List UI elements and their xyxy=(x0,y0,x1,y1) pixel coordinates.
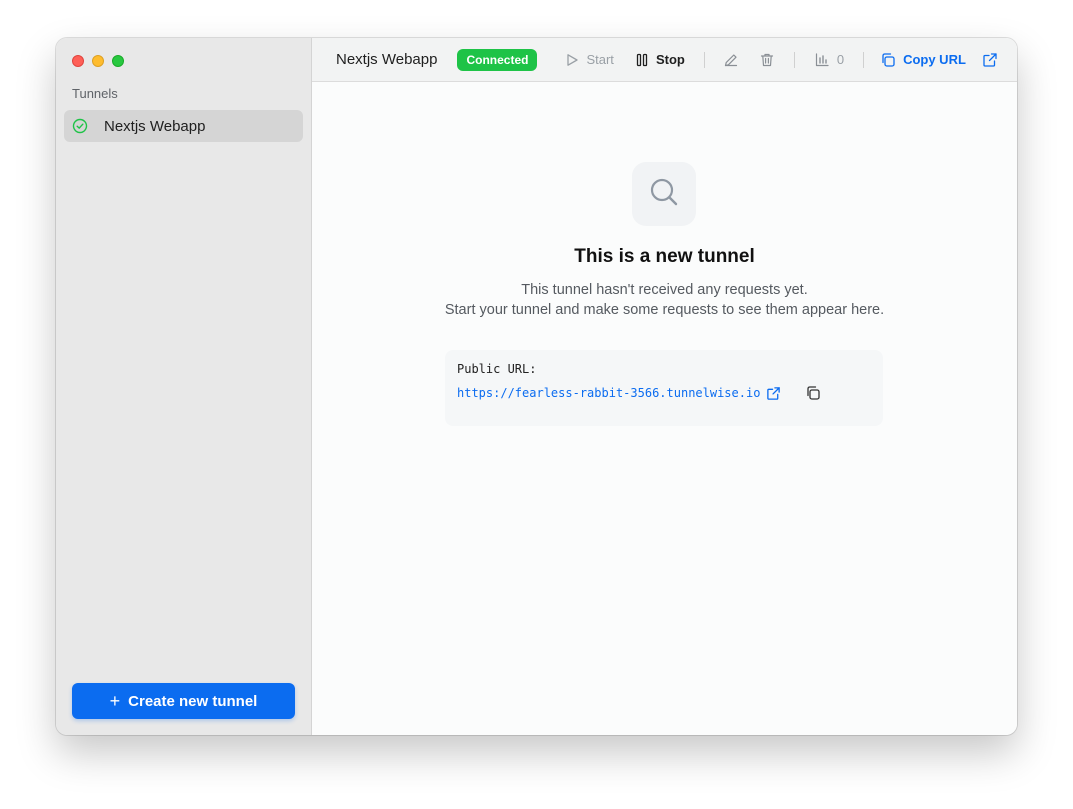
window-controls xyxy=(72,55,124,67)
sidebar-heading: Tunnels xyxy=(72,86,118,101)
copy-icon xyxy=(880,52,896,68)
requests-count-button[interactable]: 0 xyxy=(814,52,844,68)
search-icon xyxy=(649,177,679,212)
toolbar-divider xyxy=(793,51,795,68)
tunnel-title: Nextjs Webapp xyxy=(336,51,438,68)
sidebar-item-nextjs-webapp[interactable]: Nextjs Webapp xyxy=(64,110,303,142)
delete-button[interactable] xyxy=(759,52,775,68)
copy-url-icon[interactable] xyxy=(805,385,821,401)
app-window: Tunnels Nextjs Webapp + Create new tunne… xyxy=(56,38,1017,735)
empty-state-title: This is a new tunnel xyxy=(574,246,755,267)
sidebar-item-label: Nextjs Webapp xyxy=(104,117,206,135)
requests-count: 0 xyxy=(836,52,845,67)
toolbar: Nextjs Webapp Connected Start Stop 0 Cop… xyxy=(312,38,1017,82)
open-url-button[interactable] xyxy=(982,52,998,68)
copy-url-button[interactable]: Copy URL xyxy=(880,52,966,68)
copy-url-label: Copy URL xyxy=(903,52,966,67)
zoom-window-button[interactable] xyxy=(112,55,124,67)
toolbar-divider xyxy=(863,51,865,68)
trash-icon xyxy=(759,52,775,68)
play-icon xyxy=(565,53,579,67)
external-link-icon xyxy=(982,52,998,68)
toolbar-divider xyxy=(703,51,705,68)
empty-state-description: This tunnel hasn't received any requests… xyxy=(312,280,1017,320)
pencil-icon xyxy=(723,52,739,68)
stop-label: Stop xyxy=(655,52,685,67)
content-area: This is a new tunnel This tunnel hasn't … xyxy=(312,82,1017,735)
create-new-tunnel-label: Create new tunnel xyxy=(128,692,258,710)
start-label: Start xyxy=(586,52,614,67)
empty-state-line-1: This tunnel hasn't received any requests… xyxy=(521,282,808,298)
edit-button[interactable] xyxy=(723,52,739,68)
public-url-link[interactable]: https://fearless-rabbit-3566.tunnelwise.… xyxy=(457,386,760,400)
stop-button[interactable]: Stop xyxy=(635,52,685,67)
pause-icon xyxy=(635,53,649,67)
public-url-label: Public URL: xyxy=(457,362,537,376)
main-panel: Nextjs Webapp Connected Start Stop 0 Cop… xyxy=(312,38,1017,735)
close-window-button[interactable] xyxy=(72,55,84,67)
empty-state-icon-box xyxy=(632,162,696,226)
plus-icon: + xyxy=(109,691,121,711)
external-link-icon[interactable] xyxy=(766,386,781,401)
start-button[interactable]: Start xyxy=(565,52,614,67)
public-url-row: https://fearless-rabbit-3566.tunnelwise.… xyxy=(457,385,871,401)
empty-state-line-2: Start your tunnel and make some requests… xyxy=(444,302,885,318)
sidebar: Tunnels Nextjs Webapp + Create new tunne… xyxy=(56,38,312,735)
check-circle-icon xyxy=(72,118,88,134)
bar-chart-icon xyxy=(814,52,830,68)
minimize-window-button[interactable] xyxy=(92,55,104,67)
public-url-card: Public URL: https://fearless-rabbit-3566… xyxy=(445,350,883,426)
create-new-tunnel-button[interactable]: + Create new tunnel xyxy=(72,683,295,719)
status-badge: Connected xyxy=(457,48,538,71)
